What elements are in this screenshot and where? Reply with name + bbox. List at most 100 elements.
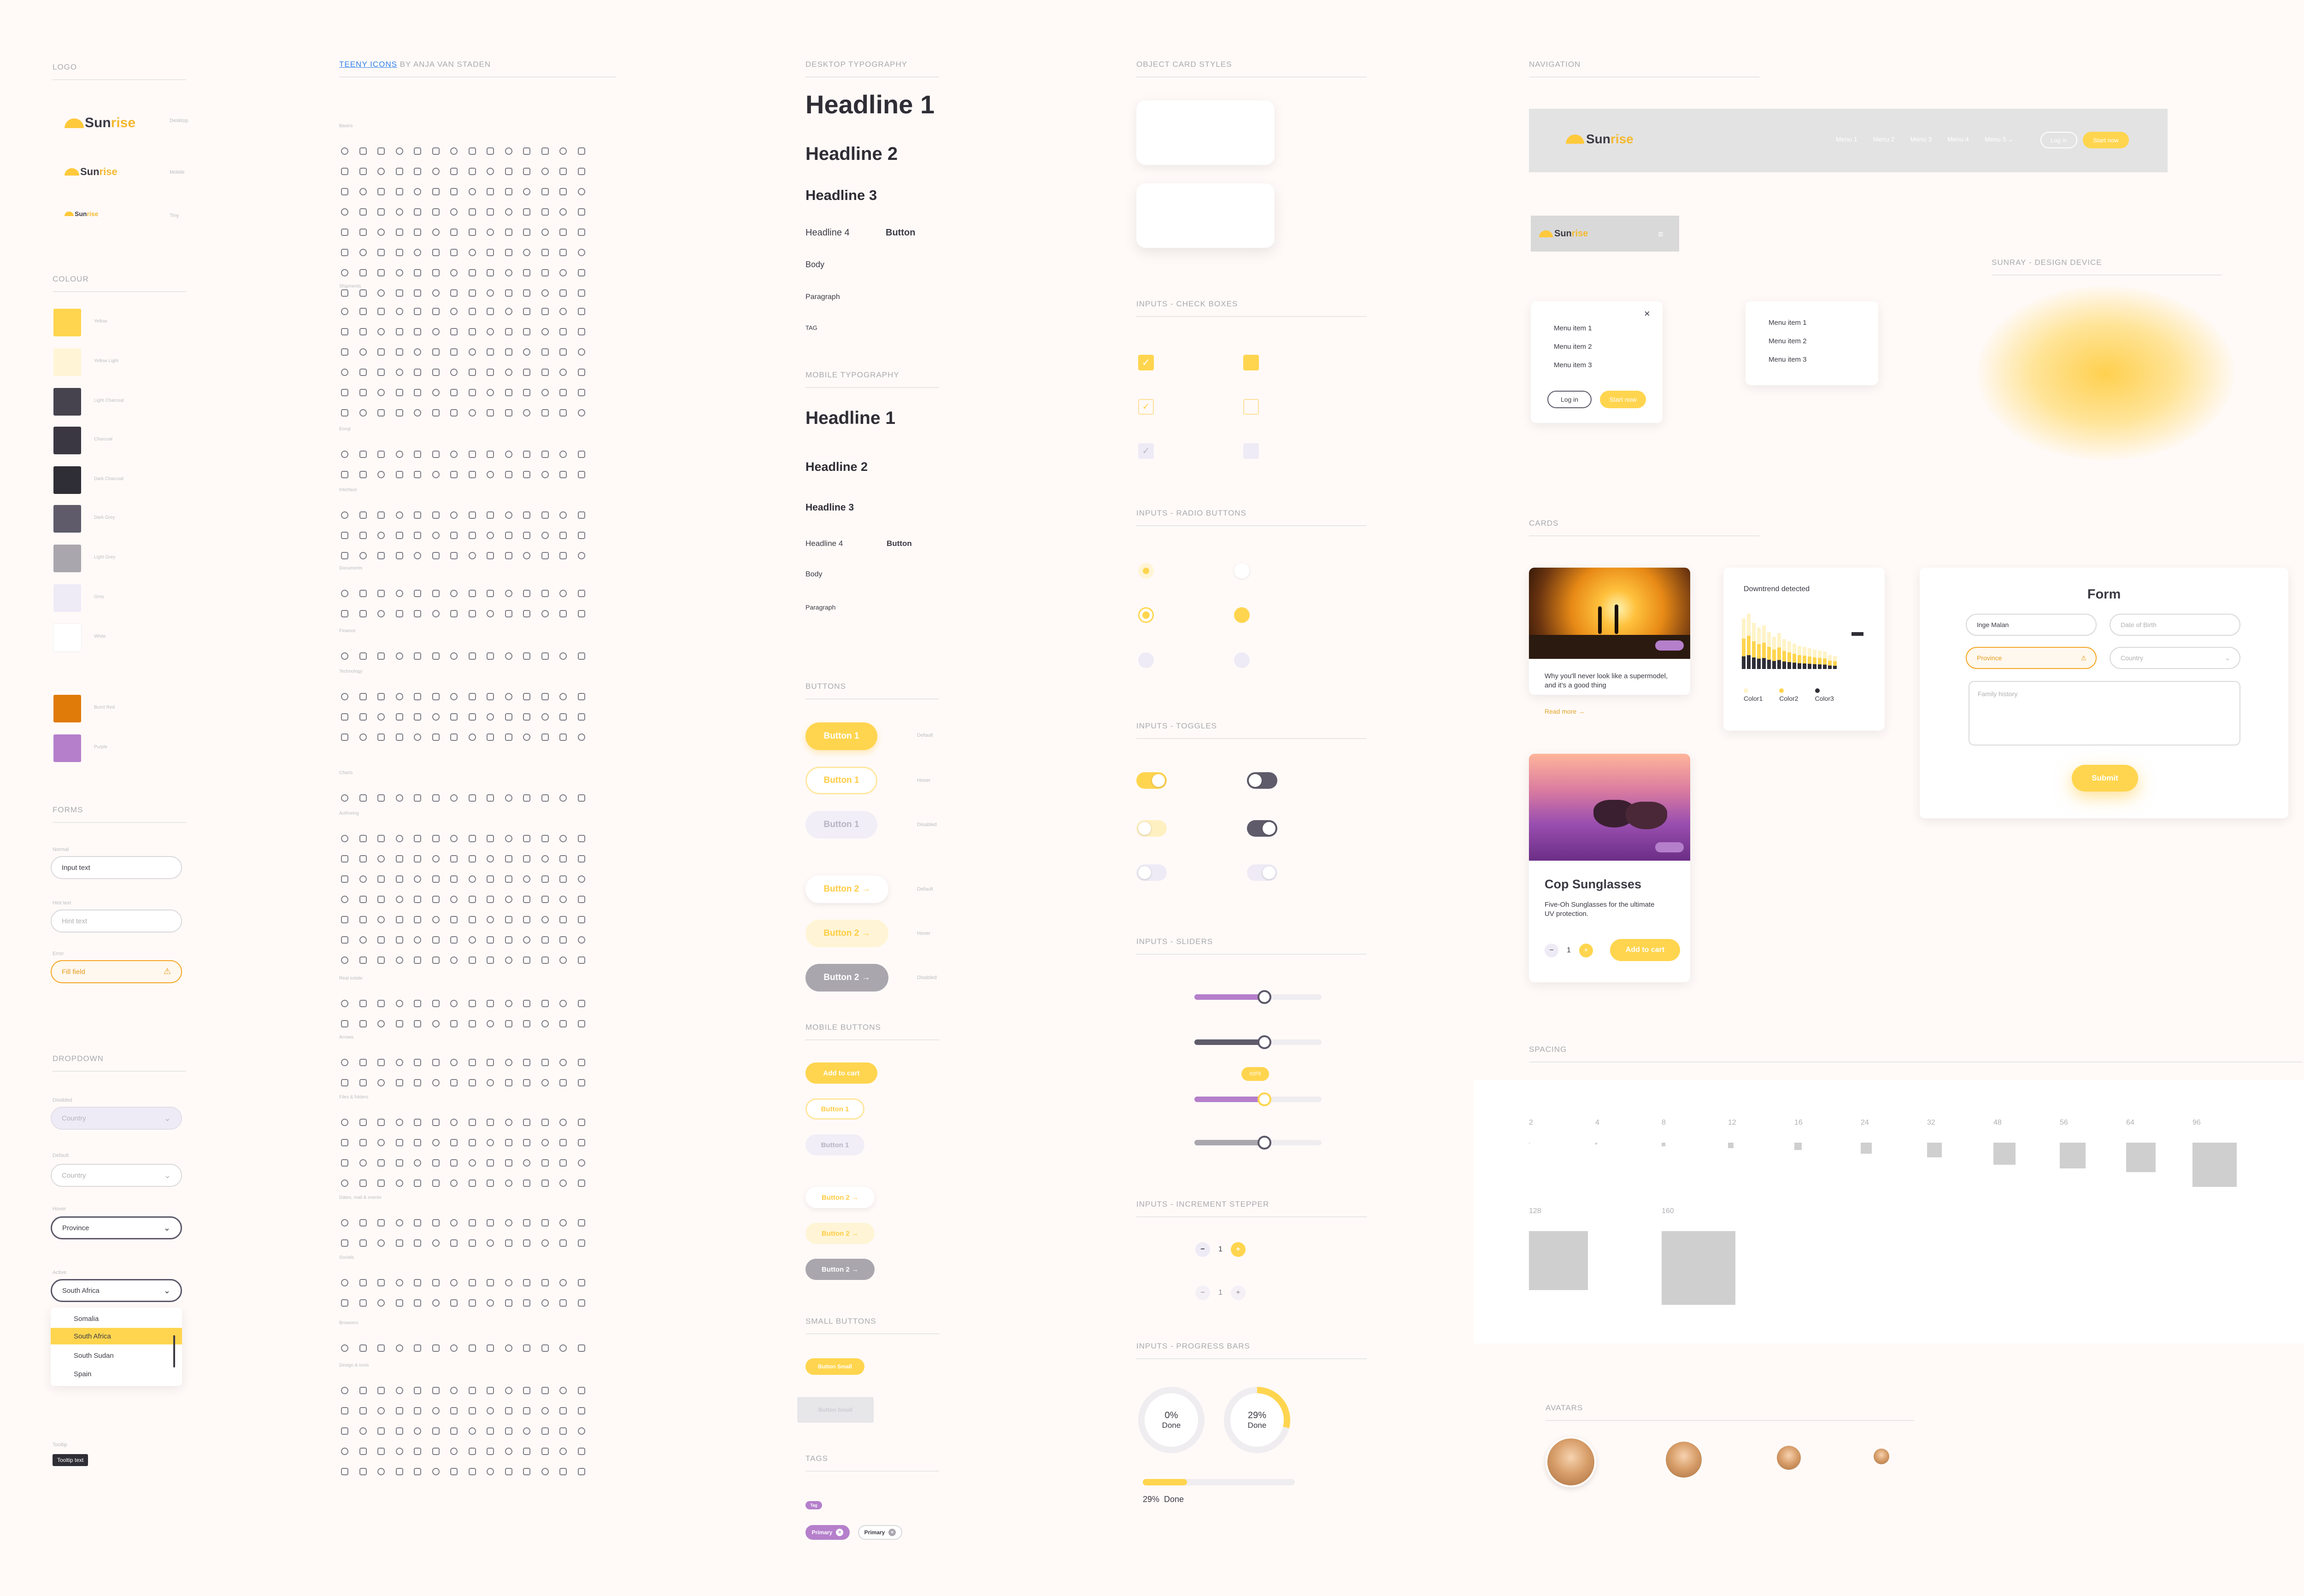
- checkbox-filled[interactable]: [1243, 355, 1259, 370]
- icon: [450, 1448, 458, 1455]
- dropdown-option[interactable]: Spain: [74, 1370, 91, 1378]
- mobile-start-button[interactable]: Start now: [1600, 391, 1646, 408]
- icon: [432, 532, 440, 539]
- read-more-link[interactable]: Read more →: [1545, 708, 1585, 715]
- add-to-cart-button[interactable]: Add to cart: [1610, 939, 1680, 961]
- mobile-menu-item-1[interactable]: Menu item 1: [1554, 324, 1592, 332]
- hamburger-icon[interactable]: ≡: [1658, 229, 1663, 240]
- tag-primary-filled[interactable]: Primary ×: [805, 1525, 850, 1540]
- icon: [450, 369, 458, 376]
- mobile-button-1-hover[interactable]: Button 1: [805, 1098, 864, 1120]
- dropdown-active[interactable]: South Africa ⌄: [51, 1279, 182, 1302]
- province-field[interactable]: Province ⚠: [1966, 647, 2097, 669]
- increment-button[interactable]: +: [1579, 944, 1593, 957]
- avatar-s[interactable]: [1874, 1449, 1889, 1464]
- decrement-button[interactable]: −: [1195, 1242, 1210, 1257]
- country-dropdown[interactable]: Country ⌄: [2110, 647, 2240, 669]
- mobile-button-2-default[interactable]: Button 2 →: [805, 1187, 875, 1208]
- mobile-button-2-hover[interactable]: Button 2 →: [805, 1223, 875, 1244]
- icon: [523, 1239, 530, 1247]
- small-button-default[interactable]: Button Small: [805, 1358, 864, 1375]
- avatar-l[interactable]: [1664, 1440, 1703, 1479]
- dropdown-default[interactable]: Country ⌄: [51, 1164, 182, 1187]
- radio-hover-selected[interactable]: [1138, 607, 1154, 623]
- article-card[interactable]: Why you'll never look like a supermodel,…: [1529, 568, 1690, 695]
- error-field[interactable]: Fill field ⚠: [51, 960, 182, 983]
- toggle-hover-off[interactable]: [1247, 820, 1277, 837]
- add-to-cart-button[interactable]: Add to cart: [805, 1062, 877, 1084]
- nav-start-button[interactable]: Start now: [2083, 132, 2129, 148]
- icon: [505, 1468, 512, 1475]
- chart-bar: [1757, 658, 1761, 669]
- nav-login-button[interactable]: Log in: [2040, 132, 2077, 148]
- slider-thumb[interactable]: [1257, 1136, 1271, 1150]
- icon-group-title: Finance: [339, 628, 356, 634]
- increment-button[interactable]: +: [1230, 1242, 1246, 1257]
- dropdown-option-selected[interactable]: South Africa: [51, 1328, 182, 1344]
- slider-thumb[interactable]: [1257, 1035, 1271, 1049]
- mobile-menu-item-2[interactable]: Menu item 2: [1554, 343, 1592, 351]
- icon: [395, 652, 403, 660]
- nav-menu-3[interactable]: Menu 3: [1910, 135, 1932, 143]
- nav-menu-4[interactable]: Menu 4: [1947, 135, 1969, 143]
- mobile-login-button[interactable]: Log in: [1547, 391, 1592, 408]
- input-text-field[interactable]: Input text: [51, 856, 182, 879]
- close-icon[interactable]: ×: [1644, 308, 1650, 320]
- dropdown-option[interactable]: Somalia: [74, 1315, 99, 1323]
- close-icon[interactable]: ×: [888, 1529, 896, 1536]
- icon: [341, 409, 348, 417]
- name-field[interactable]: Inge Malan: [1966, 614, 2097, 636]
- toggle-on[interactable]: [1136, 772, 1167, 789]
- radio-hover[interactable]: [1234, 607, 1250, 623]
- toggle-off[interactable]: [1247, 772, 1277, 789]
- decrement-button[interactable]: −: [1545, 944, 1558, 957]
- slider-thumb[interactable]: [1257, 1092, 1271, 1106]
- checkbox-hover[interactable]: [1243, 399, 1259, 415]
- icon: [487, 1000, 494, 1007]
- icon: [341, 1427, 348, 1435]
- icon: [468, 1219, 476, 1226]
- mobile-nav-logo[interactable]: Sun rise: [1539, 229, 1588, 239]
- product-card[interactable]: Cop Sunglasses Five-Oh Sunglasses for th…: [1529, 754, 1690, 982]
- avatar-m[interactable]: [1777, 1446, 1801, 1470]
- icon: [341, 590, 348, 597]
- family-history-textarea[interactable]: Family history: [1969, 681, 2240, 745]
- product-stepper: − 1 +: [1545, 944, 1593, 957]
- dob-field[interactable]: Date of Birth: [2110, 614, 2240, 636]
- nav-menu-5[interactable]: Menu 5 ⌄: [1985, 135, 2013, 143]
- dropdown-hover[interactable]: Province ⌄: [51, 1216, 182, 1239]
- icon: [414, 208, 421, 216]
- mobile-menu-item-3[interactable]: Menu item 3: [1769, 356, 1807, 364]
- button-2-default[interactable]: Button 2 →: [805, 875, 888, 903]
- dropdown-scrollbar[interactable]: [173, 1335, 175, 1367]
- button-1-default[interactable]: Button 1: [805, 722, 877, 750]
- teeny-icons-link[interactable]: TEENY ICONS: [339, 60, 397, 69]
- toggle-hover-on[interactable]: [1136, 820, 1167, 837]
- logo-tiny: Sun rise: [65, 210, 98, 217]
- mobile-menu-item-1[interactable]: Menu item 1: [1769, 319, 1807, 327]
- close-icon[interactable]: ×: [836, 1529, 844, 1536]
- submit-button[interactable]: Submit: [2072, 765, 2138, 792]
- radio-selected[interactable]: [1138, 563, 1154, 579]
- checkbox-hover-checked[interactable]: ✓: [1138, 399, 1154, 415]
- dropdown-option[interactable]: South Sudan: [74, 1352, 114, 1360]
- icon: [377, 590, 385, 597]
- avatar-xl[interactable]: [1546, 1437, 1596, 1487]
- radio-unselected[interactable]: [1234, 563, 1250, 579]
- tag-primary-outline[interactable]: Primary ×: [858, 1525, 902, 1540]
- checkbox-checked[interactable]: ✓: [1138, 355, 1154, 370]
- icon: [559, 610, 567, 617]
- icon: [541, 188, 549, 195]
- nav-logo[interactable]: Sun rise: [1566, 132, 1634, 147]
- hint-text-field[interactable]: Hint text: [51, 909, 182, 933]
- button-2-hover[interactable]: Button 2 →: [805, 920, 888, 947]
- nav-menu-2[interactable]: Menu 2: [1873, 135, 1895, 143]
- mobile-menu-item-3[interactable]: Menu item 3: [1554, 361, 1592, 369]
- mobile-menu-item-2[interactable]: Menu item 2: [1769, 337, 1807, 345]
- nav-menu-1[interactable]: Menu 1: [1836, 135, 1857, 143]
- icon: [432, 1468, 440, 1475]
- icon: [395, 249, 403, 256]
- icon: [414, 1407, 421, 1414]
- slider-thumb[interactable]: [1257, 990, 1271, 1004]
- button-1-hover[interactable]: Button 1: [805, 767, 877, 794]
